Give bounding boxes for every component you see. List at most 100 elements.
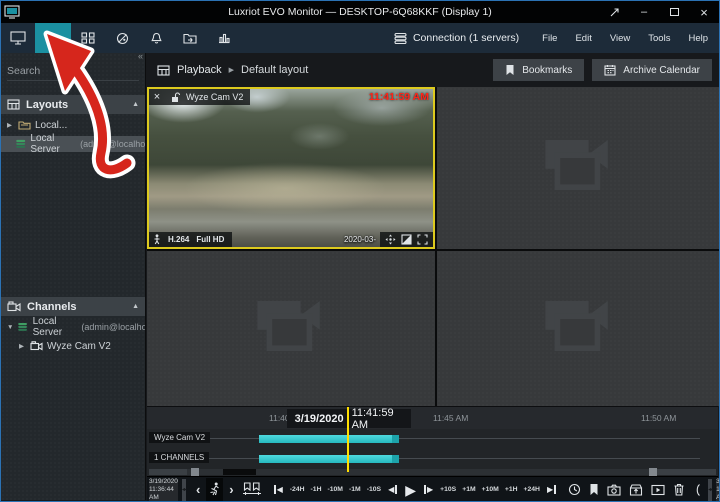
search-input[interactable]: [7, 65, 142, 77]
step-fwd-10s-button[interactable]: +10S: [439, 486, 457, 493]
no-camera-icon: [531, 132, 627, 204]
empty-video-cell[interactable]: [437, 251, 720, 406]
archive-folder-button[interactable]: [173, 23, 207, 53]
layouts-folder-row[interactable]: ▶ Local...: [1, 117, 145, 133]
menu-file[interactable]: File: [533, 23, 566, 53]
timestamp-search-button[interactable]: [566, 478, 583, 502]
step-frame-forward-button[interactable]: ▶: [422, 478, 435, 502]
image-adjust-icon[interactable]: [401, 234, 412, 245]
breadcrumb-separator-icon: ▶: [229, 66, 234, 74]
step-fwd-1m-button[interactable]: +1M: [461, 486, 476, 493]
export-video-button[interactable]: [649, 478, 667, 502]
channels-icon: [7, 301, 21, 312]
step-frame-back-button[interactable]: ◀: [386, 478, 399, 502]
timeline-cursor-box: 3/19/2020 11:41:59 AM: [287, 409, 411, 428]
range-splitter-left[interactable]: ◂▸: [182, 479, 186, 501]
range-start-datetime[interactable]: 3/19/2020 11:36:44 AM: [149, 479, 178, 501]
prev-event-button[interactable]: ‹: [194, 478, 202, 502]
snapshot-button[interactable]: [605, 478, 623, 502]
step-fwd-24h-button[interactable]: +24H: [523, 486, 541, 493]
menu-tools[interactable]: Tools: [639, 23, 679, 53]
main-toolbar: Connection (1 servers) File Edit View To…: [1, 23, 719, 53]
channels-header-label: Channels: [27, 301, 77, 313]
timeline-scrollbar[interactable]: [149, 469, 716, 475]
breadcrumb-section[interactable]: Playback: [177, 64, 222, 76]
events-monitor-button[interactable]: [105, 23, 139, 53]
channels-server-suffix: (admin@localhost...: [81, 322, 145, 332]
timeline-tick: 11:45 AM: [433, 413, 468, 423]
playhead-cursor[interactable]: [347, 407, 349, 472]
archive-segment-bar[interactable]: [259, 455, 399, 463]
step-fwd-1h-button[interactable]: +1H: [504, 486, 519, 493]
export-archive-button[interactable]: [627, 478, 645, 502]
search-bar[interactable]: [7, 61, 139, 81]
next-event-button[interactable]: ›: [227, 478, 235, 502]
layouts-section-header[interactable]: Layouts ▲: [1, 95, 145, 114]
track-all-channels[interactable]: 1 CHANNELS: [147, 451, 718, 466]
bookmarks-label: Bookmarks: [522, 65, 572, 76]
reports-chart-button[interactable]: [207, 23, 241, 53]
archive-segment-bar[interactable]: [259, 435, 399, 443]
menu-view[interactable]: View: [601, 23, 639, 53]
scrollbar-handle-left[interactable]: [191, 468, 199, 476]
step-back-24h-button[interactable]: -24H: [289, 486, 306, 493]
sidebar: « Layouts ▲ ▶ Local... Local Server (adm…: [1, 53, 146, 500]
alerts-bell-button[interactable]: [139, 23, 173, 53]
audio-handset-button[interactable]: [691, 478, 704, 502]
step-back-10m-button[interactable]: -10M: [326, 486, 344, 493]
video-wall-button[interactable]: [71, 23, 105, 53]
channels-collapse-icon[interactable]: ▲: [132, 303, 139, 310]
fullscreen-button[interactable]: [599, 1, 629, 23]
range-splitter-right[interactable]: ◂▸: [708, 479, 712, 501]
layouts-collapse-icon[interactable]: ▲: [132, 101, 139, 108]
channels-server-row[interactable]: ▼ Local Server (admin@localhost...: [1, 319, 145, 335]
expand-icon[interactable]: [417, 234, 428, 245]
scrollbar-handle-right[interactable]: [649, 468, 657, 476]
close-button[interactable]: ×: [689, 1, 719, 23]
step-fwd-10m-button[interactable]: +10M: [481, 486, 500, 493]
empty-video-cell[interactable]: [437, 87, 720, 249]
menu-help[interactable]: Help: [679, 23, 717, 53]
bookmark-range-button[interactable]: [240, 478, 264, 502]
jump-to-end-button[interactable]: ▶: [545, 478, 558, 502]
displays-button[interactable]: [1, 23, 35, 53]
resolution-label: Full HD: [196, 235, 224, 244]
step-back-1h-button[interactable]: -1H: [310, 486, 323, 493]
playback-mode-button[interactable]: [35, 23, 71, 53]
expander-icon[interactable]: ▼: [7, 324, 13, 331]
step-back-1m-button[interactable]: -1M: [348, 486, 362, 493]
ptz-icon[interactable]: [385, 234, 396, 245]
menu-edit[interactable]: Edit: [566, 23, 600, 53]
channels-section-header[interactable]: Channels ▲: [1, 297, 145, 316]
main-area: Playback ▶ Default layout Bookmarks Arch…: [147, 53, 718, 500]
track-wyze-cam[interactable]: Wyze Cam V2: [147, 431, 718, 446]
layouts-server-row[interactable]: Local Server (admin@localhost...: [1, 136, 145, 152]
motion-search-button[interactable]: [206, 478, 223, 502]
delete-archive-button[interactable]: [671, 478, 687, 502]
timeline-ruler[interactable]: 11:40 AM 3/19/2020 11:41:59 AM 11:45 AM …: [147, 406, 718, 429]
empty-video-cell[interactable]: [147, 251, 435, 406]
minimize-button[interactable]: –: [629, 1, 659, 23]
tile-close-icon[interactable]: ×: [149, 91, 165, 103]
breadcrumb-layout[interactable]: Default layout: [241, 64, 308, 76]
camera-icon: [30, 341, 43, 351]
play-button[interactable]: ▶: [403, 478, 418, 502]
collapse-sidebar-icon[interactable]: «: [138, 51, 143, 61]
channel-row-wyze-cam[interactable]: ▶ Wyze Cam V2: [1, 338, 145, 354]
connection-status[interactable]: Connection (1 servers): [393, 32, 519, 45]
video-tile-wyze-cam[interactable]: × Wyze Cam V2 11:41:59 AM H.264 Full HD …: [147, 87, 435, 249]
double-flag-icon: [242, 482, 262, 497]
step-back-10s-button[interactable]: -10S: [366, 486, 382, 493]
maximize-button[interactable]: [659, 1, 689, 23]
tile-footer-right: 2020-03-: [344, 232, 433, 247]
add-bookmark-button[interactable]: [587, 478, 601, 502]
archive-calendar-button[interactable]: Archive Calendar: [592, 59, 712, 81]
handset-icon: [693, 483, 702, 497]
expander-icon[interactable]: ▶: [19, 342, 26, 350]
bookmarks-button[interactable]: Bookmarks: [493, 59, 584, 81]
range-end-datetime[interactable]: 3/19/2020 11:51:44 AM: [716, 479, 720, 501]
unlock-icon[interactable]: [171, 92, 180, 103]
jump-to-start-button[interactable]: ◀: [272, 478, 285, 502]
expander-icon[interactable]: ▶: [7, 121, 14, 129]
export-box-icon: [629, 483, 643, 496]
